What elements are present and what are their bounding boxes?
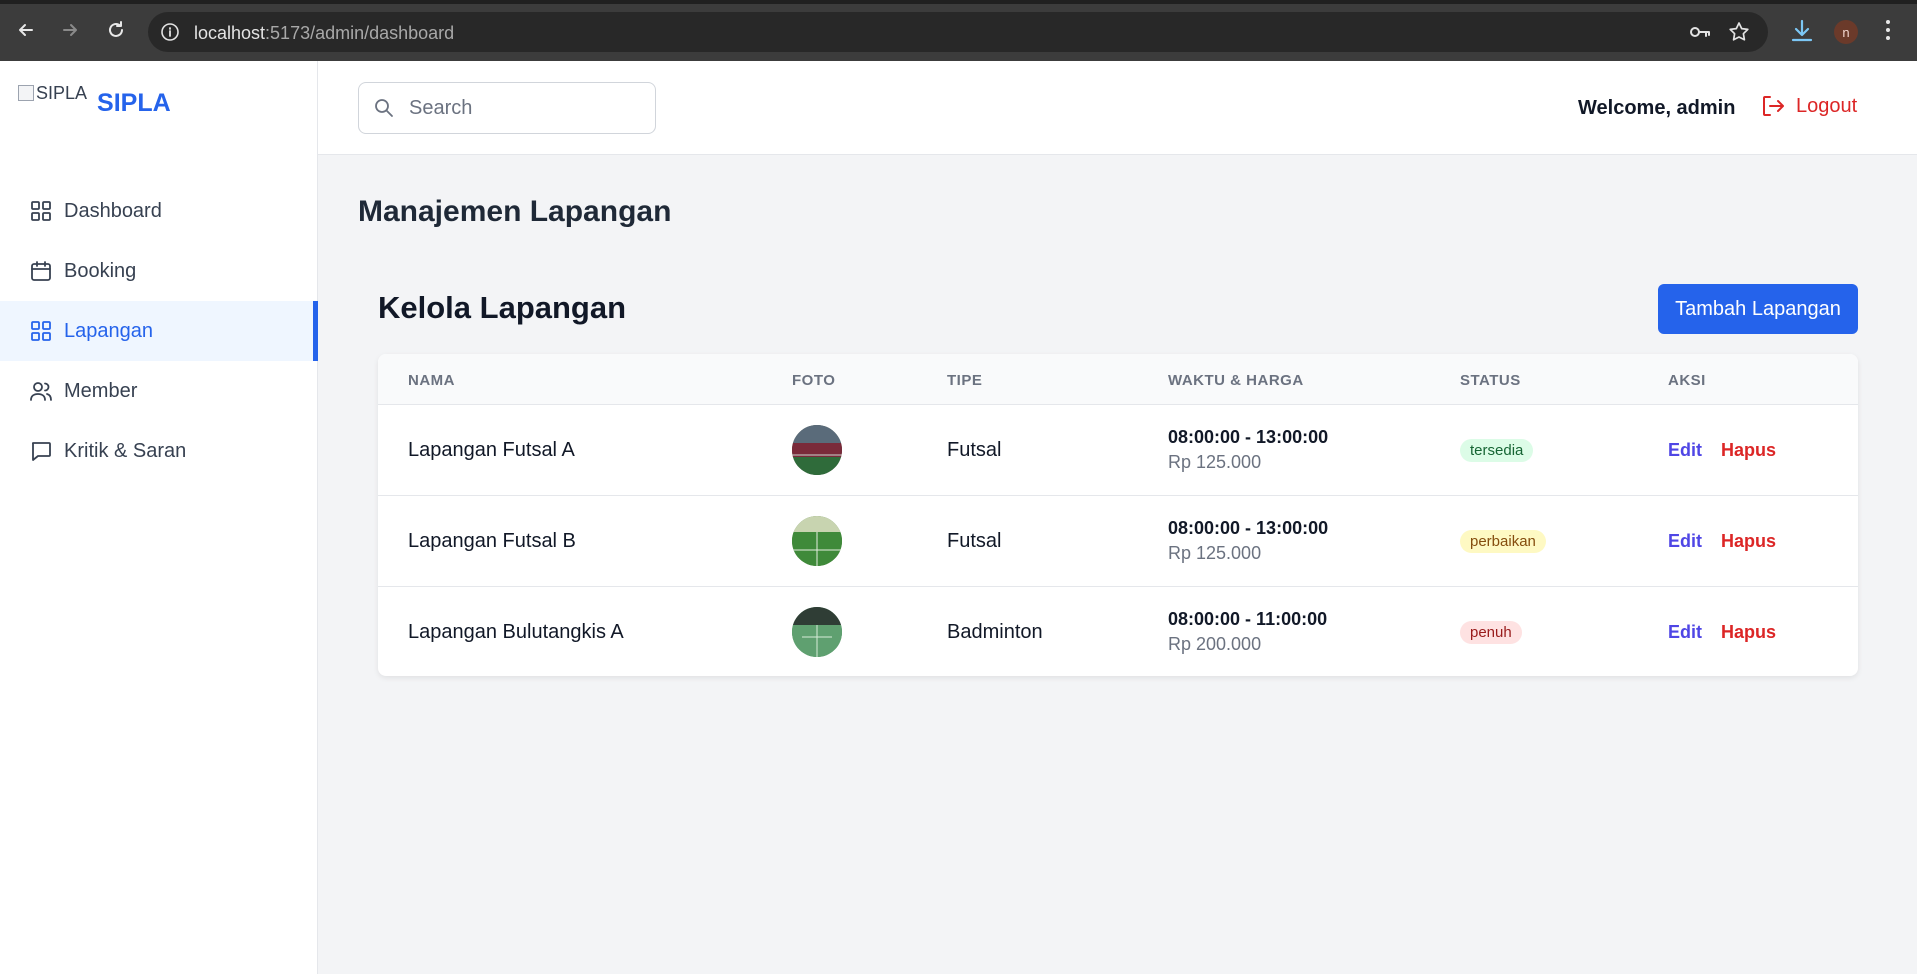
column-header-status: STATUS <box>1460 372 1521 389</box>
sidebar-item-kritik-saran[interactable]: Kritik & Saran <box>0 421 318 481</box>
column-header-tipe: TIPE <box>947 372 983 389</box>
cell-harga: Rp 125.000 <box>1168 452 1262 472</box>
sidebar-item-label: Dashboard <box>64 199 162 222</box>
cell-aksi: Edit Hapus <box>1668 531 1776 552</box>
url-host: localhost <box>194 23 266 43</box>
lapangan-photo <box>792 425 842 475</box>
brand-name: SIPLA <box>97 89 171 117</box>
message-icon <box>28 438 54 464</box>
cell-status: perbaikan <box>1460 530 1546 553</box>
cell-aksi: Edit Hapus <box>1668 622 1776 643</box>
url-path: :5173/admin/dashboard <box>265 23 455 43</box>
cell-tipe: Futsal <box>947 530 1002 552</box>
table-row: Lapangan Futsal B Futsal 08:00:00 - 13:0… <box>378 496 1858 587</box>
cell-nama: Lapangan Bulutangkis A <box>408 621 624 643</box>
sidebar-nav: Dashboard Booking Lapangan Member Kritik… <box>0 181 318 481</box>
sidebar-item-label: Member <box>64 379 138 402</box>
table-row: Lapangan Bulutangkis A Badminton 08:00:0… <box>378 587 1858 676</box>
delete-button[interactable]: Hapus <box>1721 531 1776 551</box>
cell-status: penuh <box>1460 621 1522 644</box>
download-icon[interactable] <box>1790 18 1814 49</box>
status-badge: penuh <box>1460 621 1522 644</box>
search-icon <box>373 97 395 124</box>
search-box[interactable] <box>358 82 656 134</box>
cell-waktu-harga: 08:00:00 - 11:00:00 Rp 200.000 <box>1168 609 1327 655</box>
logo-image: SIPLA <box>18 83 87 104</box>
key-icon[interactable] <box>1688 21 1712 48</box>
back-icon[interactable] <box>12 16 40 44</box>
cell-waktu: 08:00:00 - 11:00:00 <box>1168 609 1328 629</box>
cell-waktu: 08:00:00 - 13:00:00 <box>1168 518 1329 538</box>
logout-label: Logout <box>1796 94 1858 117</box>
sidebar-item-lapangan[interactable]: Lapangan <box>0 301 318 361</box>
cell-tipe: Badminton <box>947 621 1043 643</box>
search-input[interactable] <box>409 93 639 123</box>
logo-alt-text: SIPLA <box>36 83 88 103</box>
delete-button[interactable]: Hapus <box>1721 440 1776 460</box>
menu-dots-icon[interactable] <box>1884 18 1892 47</box>
grid-icon <box>28 198 54 224</box>
users-icon <box>28 378 54 404</box>
profile-avatar[interactable]: n <box>1834 20 1858 44</box>
edit-button[interactable]: Edit <box>1668 622 1702 642</box>
address-bar[interactable]: localhost:5173/admin/dashboard <box>148 12 1768 52</box>
cell-harga: Rp 200.000 <box>1168 634 1262 654</box>
welcome-text: Welcome, admin <box>1578 97 1736 119</box>
lapangan-table: NAMA FOTO TIPE WAKTU & HARGA STATUS AKSI… <box>378 354 1858 676</box>
lapangan-photo <box>792 607 842 657</box>
site-info-icon[interactable] <box>158 20 182 44</box>
logout-button[interactable]: Logout <box>1760 93 1857 119</box>
sidebar-item-booking[interactable]: Booking <box>0 241 318 301</box>
status-badge: perbaikan <box>1460 530 1546 553</box>
edit-button[interactable]: Edit <box>1668 440 1702 460</box>
cell-waktu-harga: 08:00:00 - 13:00:00 Rp 125.000 <box>1168 427 1328 473</box>
add-lapangan-button[interactable]: Tambah Lapangan <box>1658 284 1858 334</box>
grid-icon <box>28 318 54 344</box>
section-title: Kelola Lapangan <box>378 290 627 325</box>
cell-harga: Rp 125.000 <box>1168 543 1262 563</box>
cell-nama: Lapangan Futsal B <box>408 530 576 552</box>
sidebar-item-dashboard[interactable]: Dashboard <box>0 181 318 241</box>
column-header-aksi: AKSI <box>1668 372 1706 389</box>
lapangan-photo <box>792 516 842 566</box>
sidebar: SIPLA SIPLA Dashboard Booking Lapangan M… <box>0 61 318 974</box>
reload-icon[interactable] <box>102 16 130 44</box>
tab-strip <box>0 0 1917 4</box>
broken-image-icon <box>18 85 34 101</box>
table-row: Lapangan Futsal A Futsal 08:00:00 - 13:0… <box>378 405 1858 496</box>
page-title: Manajemen Lapangan <box>358 195 672 228</box>
bookmark-star-icon[interactable] <box>1728 21 1750 48</box>
top-header: Welcome, admin Logout <box>318 61 1917 155</box>
sidebar-item-label: Booking <box>64 259 137 282</box>
delete-button[interactable]: Hapus <box>1721 622 1776 642</box>
cell-waktu-harga: 08:00:00 - 13:00:00 Rp 125.000 <box>1168 518 1328 564</box>
column-header-foto: FOTO <box>792 372 836 389</box>
cell-tipe: Futsal <box>947 439 1002 461</box>
sidebar-item-member[interactable]: Member <box>0 361 318 421</box>
table-header: NAMA FOTO TIPE WAKTU & HARGA STATUS AKSI <box>378 354 1858 405</box>
logout-icon <box>1760 93 1786 119</box>
forward-icon[interactable] <box>56 16 84 44</box>
brand[interactable]: SIPLA SIPLA <box>18 83 171 118</box>
edit-button[interactable]: Edit <box>1668 531 1702 551</box>
calendar-icon <box>28 258 54 284</box>
cell-nama: Lapangan Futsal A <box>408 439 575 461</box>
sidebar-item-label: Kritik & Saran <box>64 439 187 462</box>
cell-aksi: Edit Hapus <box>1668 440 1776 461</box>
url-text: localhost:5173/admin/dashboard <box>194 23 454 44</box>
cell-status: tersedia <box>1460 439 1534 462</box>
status-badge: tersedia <box>1460 439 1534 462</box>
column-header-waktu-harga: WAKTU & HARGA <box>1168 372 1304 389</box>
sidebar-item-label: Lapangan <box>64 319 153 342</box>
cell-waktu: 08:00:00 - 13:00:00 <box>1168 427 1329 447</box>
column-header-nama: NAMA <box>408 372 455 389</box>
browser-toolbar: localhost:5173/admin/dashboard n <box>0 0 1917 61</box>
